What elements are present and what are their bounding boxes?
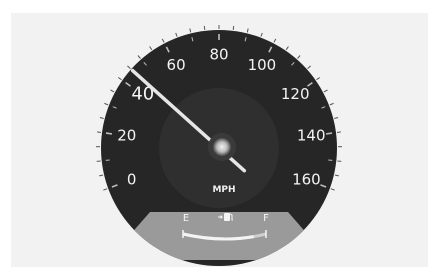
outer-tick bbox=[189, 28, 192, 33]
outer-tick bbox=[246, 28, 249, 33]
speedometer-gauge: 020406080100120140160 MPH E F bbox=[96, 25, 342, 266]
speed-label-0: 0 bbox=[127, 170, 137, 188]
outer-tick bbox=[285, 46, 289, 51]
outer-tick bbox=[161, 38, 165, 43]
outer-tick bbox=[334, 174, 339, 177]
outer-tick bbox=[273, 38, 277, 43]
speed-label-160: 160 bbox=[292, 170, 321, 188]
outer-tick bbox=[103, 188, 108, 191]
outer-tick bbox=[323, 89, 328, 93]
speed-label-120: 120 bbox=[281, 85, 310, 103]
outer-tick bbox=[203, 25, 206, 30]
outer-tick bbox=[232, 25, 235, 30]
fuel-empty-label: E bbox=[183, 213, 189, 224]
outer-tick bbox=[110, 89, 115, 93]
outer-tick bbox=[316, 77, 321, 81]
outer-tick bbox=[330, 188, 335, 191]
speed-label-140: 140 bbox=[297, 126, 326, 144]
outer-tick bbox=[336, 131, 341, 133]
outer-tick bbox=[97, 131, 102, 133]
needle-hub bbox=[213, 138, 231, 156]
speed-label-100: 100 bbox=[248, 56, 277, 74]
outer-tick bbox=[99, 117, 104, 119]
inner-tick bbox=[105, 132, 113, 135]
unit-label: MPH bbox=[212, 185, 235, 195]
speed-label-80: 80 bbox=[209, 46, 228, 64]
outer-tick bbox=[149, 46, 153, 51]
outer-tick bbox=[127, 65, 131, 69]
outer-tick bbox=[260, 32, 263, 37]
fuel-full-label: F bbox=[263, 213, 269, 224]
outer-tick bbox=[329, 102, 334, 106]
outer-tick bbox=[297, 55, 301, 59]
speed-label-20: 20 bbox=[117, 126, 136, 144]
outer-tick bbox=[99, 174, 104, 177]
outer-tick bbox=[307, 65, 311, 69]
outer-tick bbox=[137, 55, 141, 59]
inner-tick bbox=[325, 132, 333, 135]
outer-tick bbox=[334, 117, 339, 119]
speed-label-60: 60 bbox=[167, 56, 186, 74]
outer-tick bbox=[175, 32, 178, 37]
outer-tick bbox=[117, 77, 122, 81]
outer-tick bbox=[104, 102, 109, 106]
